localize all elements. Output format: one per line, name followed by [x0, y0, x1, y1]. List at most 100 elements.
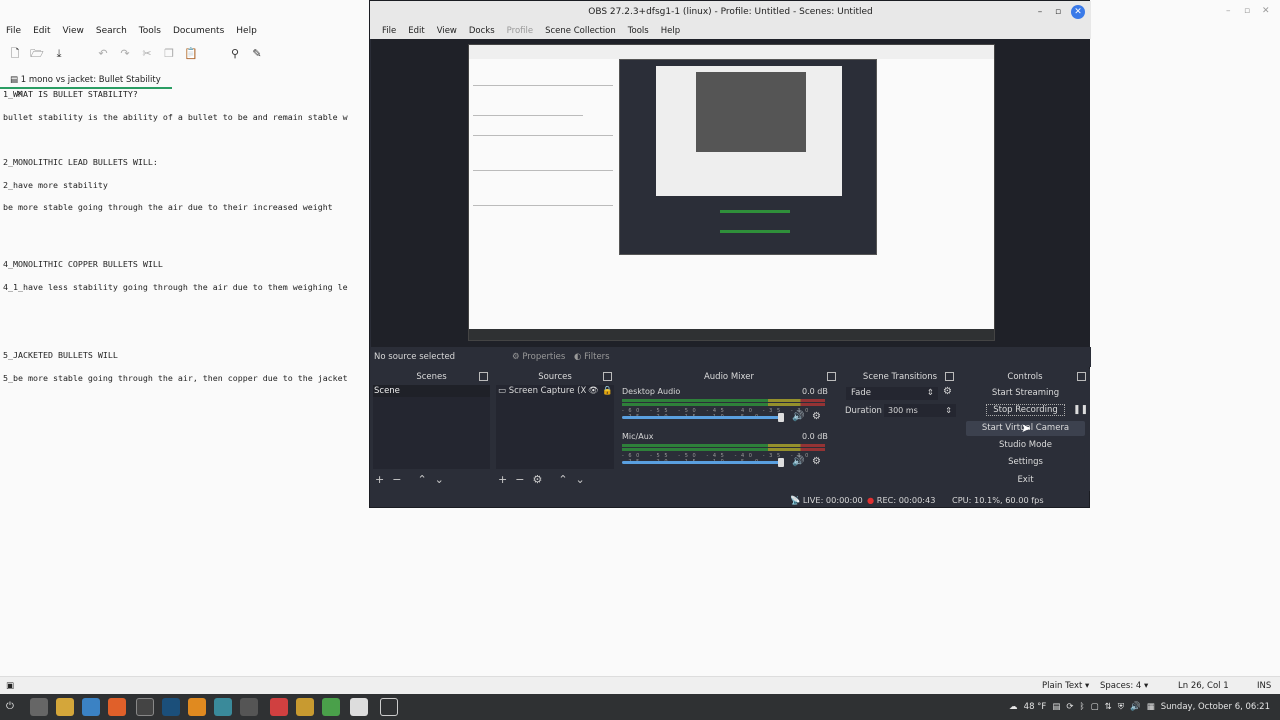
lock-icon[interactable]: 🔒	[602, 385, 613, 397]
gear-icon[interactable]: ⚙	[532, 473, 542, 487]
update-icon[interactable]: ⟳	[1066, 694, 1073, 720]
editor-app-icon[interactable]	[214, 698, 232, 716]
preview-area[interactable]	[371, 39, 1090, 347]
pause-icon[interactable]: ❚❚	[1073, 405, 1088, 415]
add-icon[interactable]: +	[375, 473, 384, 487]
firefox-icon[interactable]	[108, 698, 126, 716]
editor-text-area[interactable]: 1_WHAT IS BULLET STABILITY? bullet stabil…	[3, 89, 373, 384]
editor-close-icon[interactable]: ✕	[1262, 6, 1270, 16]
studio-mode-button[interactable]: Studio Mode	[966, 438, 1085, 453]
move-up-icon[interactable]: ⌃	[417, 473, 426, 487]
cut-icon[interactable]: ✂	[136, 44, 158, 64]
obs-menu-edit[interactable]: Edit	[402, 23, 430, 39]
syntax-selector[interactable]: Plain Text ▾	[1042, 677, 1089, 695]
remove-icon[interactable]: −	[515, 473, 524, 487]
scene-item[interactable]: Scene	[373, 385, 490, 397]
maximize-icon[interactable]: ▫	[1051, 4, 1065, 20]
screenshot-icon[interactable]	[270, 698, 288, 716]
clock[interactable]: Sunday, October 6, 06:21	[1161, 694, 1270, 720]
files-icon[interactable]	[56, 698, 74, 716]
redo-icon[interactable]: ↷	[114, 44, 136, 64]
save-icon[interactable]: ⤓	[48, 44, 70, 64]
network-icon[interactable]: ⇅	[1105, 694, 1112, 720]
settings-button[interactable]: Settings	[966, 455, 1085, 470]
new-file-icon[interactable]: 🗋	[4, 44, 26, 64]
menu-icon[interactable]: ⏻	[6, 698, 24, 716]
preview-canvas[interactable]	[468, 44, 995, 341]
steam-icon[interactable]	[162, 698, 180, 716]
float-dock-icon[interactable]	[603, 372, 612, 381]
remove-icon[interactable]: −	[392, 473, 401, 487]
editor-menu-edit[interactable]: Edit	[27, 22, 56, 40]
paste-icon[interactable]: 📋	[180, 44, 202, 64]
stop-recording-button[interactable]: Stop Recording	[966, 403, 1085, 418]
obs-menu-docks[interactable]: Docks	[463, 23, 501, 39]
editor-menu-help[interactable]: Help	[230, 22, 263, 40]
move-down-icon[interactable]: ⌄	[576, 473, 585, 487]
spaces-selector[interactable]: Spaces: 4 ▾	[1100, 677, 1148, 695]
source-item[interactable]: ▭ Screen Capture (X 👁 🔒	[496, 385, 614, 397]
eye-icon[interactable]: 👁	[588, 385, 599, 397]
gear-icon[interactable]: ⚙	[812, 456, 821, 467]
archive-icon[interactable]	[296, 698, 314, 716]
editor-menu-search[interactable]: Search	[90, 22, 133, 40]
start-streaming-button[interactable]: Start Streaming	[966, 386, 1085, 401]
copy-icon[interactable]: ❐	[158, 44, 180, 64]
sidebar-toggle-icon[interactable]: ▣	[6, 677, 14, 695]
replace-icon[interactable]: ✎	[246, 44, 268, 64]
add-icon[interactable]: +	[498, 473, 507, 487]
float-dock-icon[interactable]	[827, 372, 836, 381]
shield-icon[interactable]: ⛨	[1118, 694, 1124, 720]
editor-menu-documents[interactable]: Documents	[167, 22, 230, 40]
open-file-icon[interactable]: 🗁	[26, 44, 48, 64]
bluetooth-icon[interactable]: ᛒ	[1079, 694, 1084, 720]
transition-select[interactable]: Fade ⇕	[846, 387, 938, 400]
obs-menu-view[interactable]: View	[431, 23, 463, 39]
mic-aux-volume-slider[interactable]	[778, 458, 784, 467]
sources-list: ▭ Screen Capture (X 👁 🔒	[496, 385, 614, 469]
editor-menu-tools[interactable]: Tools	[133, 22, 167, 40]
mic-aux-ticks: -60 -55 -50 -45 -40 -35 -30 -25 -20 -15 …	[622, 453, 813, 465]
float-dock-icon[interactable]	[945, 372, 954, 381]
obs-menu-scene-collection[interactable]: Scene Collection	[539, 23, 622, 39]
show-desktop-icon[interactable]	[30, 698, 48, 716]
filters-button[interactable]: ◐ Filters	[574, 347, 610, 367]
obs-menu-profile[interactable]: Profile	[501, 23, 539, 39]
terminal-icon[interactable]	[240, 698, 258, 716]
weather-temp[interactable]: 48 °F	[1024, 694, 1047, 720]
undo-icon[interactable]: ↶	[92, 44, 114, 64]
float-dock-icon[interactable]	[1077, 372, 1086, 381]
editor-maximize-icon[interactable]: ▫	[1244, 6, 1250, 16]
text-editor-icon[interactable]	[350, 698, 368, 716]
duration-spinbox[interactable]: 300 ms ⇕	[884, 404, 956, 417]
minimize-icon[interactable]: –	[1033, 4, 1047, 20]
properties-button[interactable]: ⚙ Properties	[512, 347, 565, 367]
clipboard-icon[interactable]: ▢	[1091, 694, 1099, 720]
exit-button[interactable]: Exit	[966, 473, 1085, 488]
gear-icon[interactable]: ⚙	[812, 411, 821, 422]
obs-menu-file[interactable]: File	[376, 23, 402, 39]
chrome-icon[interactable]	[82, 698, 100, 716]
editor-tab[interactable]: ▤ 1 mono vs jacket: Bullet Stability ×	[0, 73, 172, 99]
gear-icon[interactable]: ⚙	[943, 386, 952, 397]
speaker-icon[interactable]: 🔊	[792, 411, 804, 422]
editor-menu-view[interactable]: View	[57, 22, 90, 40]
obs-menu-tools[interactable]: Tools	[622, 23, 655, 39]
speaker-icon[interactable]: 🔊	[792, 456, 804, 467]
search-icon[interactable]: ⚲	[224, 44, 246, 64]
close-icon[interactable]: ✕	[1071, 5, 1085, 19]
obs-icon[interactable]	[136, 698, 154, 716]
obs-menu-help[interactable]: Help	[655, 23, 686, 39]
draw-icon[interactable]	[322, 698, 340, 716]
editor-menu-file[interactable]: File	[0, 22, 27, 40]
desktop-audio-volume-slider[interactable]	[778, 413, 784, 422]
editor-minimize-icon[interactable]: –	[1226, 6, 1231, 16]
media-player-icon[interactable]	[188, 698, 206, 716]
move-up-icon[interactable]: ⌃	[558, 473, 567, 487]
float-dock-icon[interactable]	[479, 372, 488, 381]
notes-icon[interactable]: ▤	[1052, 694, 1060, 720]
obs-running-icon[interactable]	[380, 698, 398, 716]
move-down-icon[interactable]: ⌄	[435, 473, 444, 487]
volume-icon[interactable]: 🔊	[1130, 694, 1141, 720]
